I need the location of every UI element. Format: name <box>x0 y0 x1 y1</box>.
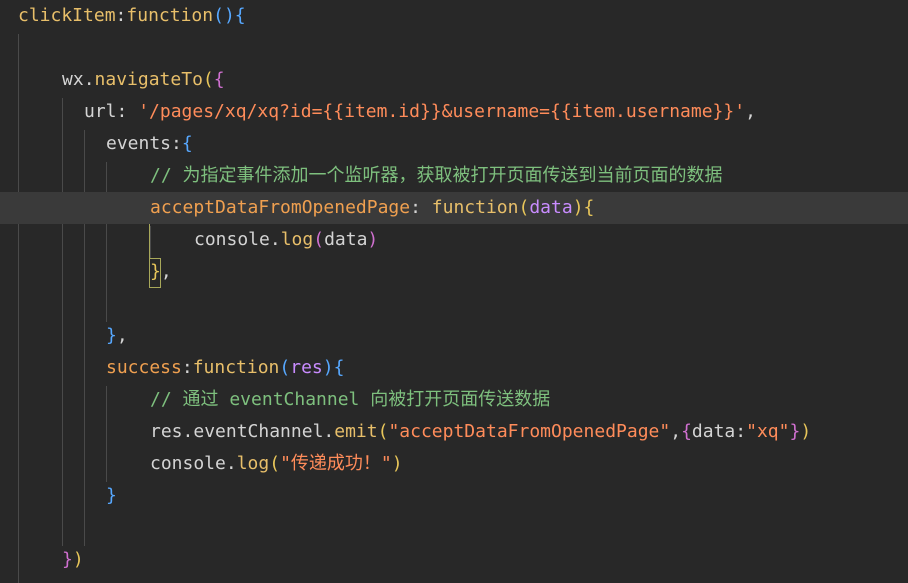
code-token: ( <box>269 453 281 474</box>
code-token: events <box>106 133 172 154</box>
code-token: "acceptDataFromOpenedPage" <box>388 421 671 442</box>
code-token: emit <box>334 421 378 442</box>
code-token: , <box>745 101 756 122</box>
code-token: function <box>126 5 214 26</box>
code-token: . <box>269 229 281 250</box>
code-token: acceptDataFromOpenedPage <box>150 197 411 218</box>
code-token: { <box>234 5 246 26</box>
code-token: console <box>150 453 226 474</box>
code-token: ) <box>223 5 235 26</box>
code-line[interactable]: success:function(res){ <box>0 352 908 384</box>
code-token: , <box>670 421 682 442</box>
code-token: wx <box>62 69 84 90</box>
code-line[interactable]: }, <box>0 320 908 352</box>
code-token: console <box>194 229 270 250</box>
code-line[interactable]: console.log(data) <box>0 224 908 256</box>
code-token: { <box>583 197 595 218</box>
code-token: // 为指定事件添加一个监听器，获取被打开页面传送到当前页面的数据 <box>150 165 723 186</box>
code-token: . <box>83 69 95 90</box>
code-token: eventChannel <box>193 421 324 442</box>
code-editor[interactable]: clickItem:function(){wx.navigateTo({url:… <box>0 0 908 583</box>
code-line[interactable]: url: '/pages/xq/xq?id={{item.id}}&userna… <box>0 96 908 128</box>
code-token: ) <box>322 357 334 378</box>
code-token: // 通过 eventChannel 向被打开页面传送数据 <box>150 389 551 410</box>
code-token: ( <box>213 5 224 26</box>
code-line[interactable]: }, <box>0 256 908 288</box>
code-token: : <box>410 197 432 218</box>
code-token: data <box>529 197 573 218</box>
code-token: : <box>116 101 139 122</box>
code-line[interactable]: wx.navigateTo({ <box>0 64 908 96</box>
code-line[interactable]: console.log("传递成功！") <box>0 448 908 480</box>
code-token: : <box>171 133 182 154</box>
code-token: } <box>150 261 161 282</box>
code-token: , <box>116 325 128 346</box>
code-token: . <box>225 453 237 474</box>
code-token: ) <box>572 197 584 218</box>
code-line[interactable]: // 通过 eventChannel 向被打开页面传送数据 <box>0 384 908 416</box>
code-token: log <box>280 229 314 250</box>
code-token: . <box>182 421 194 442</box>
code-token: ) <box>367 229 379 250</box>
code-token: : <box>181 357 193 378</box>
code-token: '/pages/xq/xq?id={{item.id}}&username={{… <box>138 101 746 122</box>
code-token: ( <box>202 69 214 90</box>
code-token: log <box>236 453 270 474</box>
code-token: } <box>789 421 801 442</box>
code-token: , <box>160 261 172 282</box>
code-token: { <box>213 69 225 90</box>
code-line[interactable] <box>0 512 908 544</box>
code-line[interactable]: res.eventChannel.emit("acceptDataFromOpe… <box>0 416 908 448</box>
code-token: url <box>84 101 117 122</box>
code-token: : <box>115 5 127 26</box>
code-line[interactable]: // 为指定事件添加一个监听器，获取被打开页面传送到当前页面的数据 <box>0 160 908 192</box>
code-token: success <box>106 357 182 378</box>
code-line-current[interactable]: acceptDataFromOpenedPage: function(data)… <box>0 192 908 224</box>
code-token: function <box>431 197 519 218</box>
code-token: . <box>323 421 335 442</box>
code-token: } <box>106 485 117 506</box>
code-token: clickItem <box>18 5 116 26</box>
code-token: res <box>150 421 183 442</box>
code-token: function <box>192 357 280 378</box>
code-token: res <box>290 357 323 378</box>
code-token: { <box>181 133 193 154</box>
code-token: } <box>106 325 117 346</box>
code-line[interactable]: events:{ <box>0 128 908 160</box>
code-token: "传递成功！" <box>280 453 392 474</box>
code-token: "xq" <box>746 421 790 442</box>
code-token: data <box>691 421 736 442</box>
code-token: ( <box>518 197 530 218</box>
code-token: ( <box>377 421 389 442</box>
code-token: data <box>324 229 368 250</box>
code-line[interactable] <box>0 288 908 320</box>
code-token: navigateTo <box>94 69 203 90</box>
code-token: } <box>62 549 73 570</box>
code-line[interactable]: }) <box>0 544 908 576</box>
code-token: : <box>735 421 747 442</box>
code-token: ) <box>800 421 812 442</box>
code-line[interactable]: clickItem:function(){ <box>0 0 908 32</box>
code-token: { <box>681 421 692 442</box>
code-line[interactable]: } <box>0 480 908 512</box>
code-token: ) <box>391 453 403 474</box>
code-token: ( <box>279 357 291 378</box>
code-token: ) <box>72 549 84 570</box>
code-token: { <box>333 357 345 378</box>
code-token: ( <box>313 229 325 250</box>
